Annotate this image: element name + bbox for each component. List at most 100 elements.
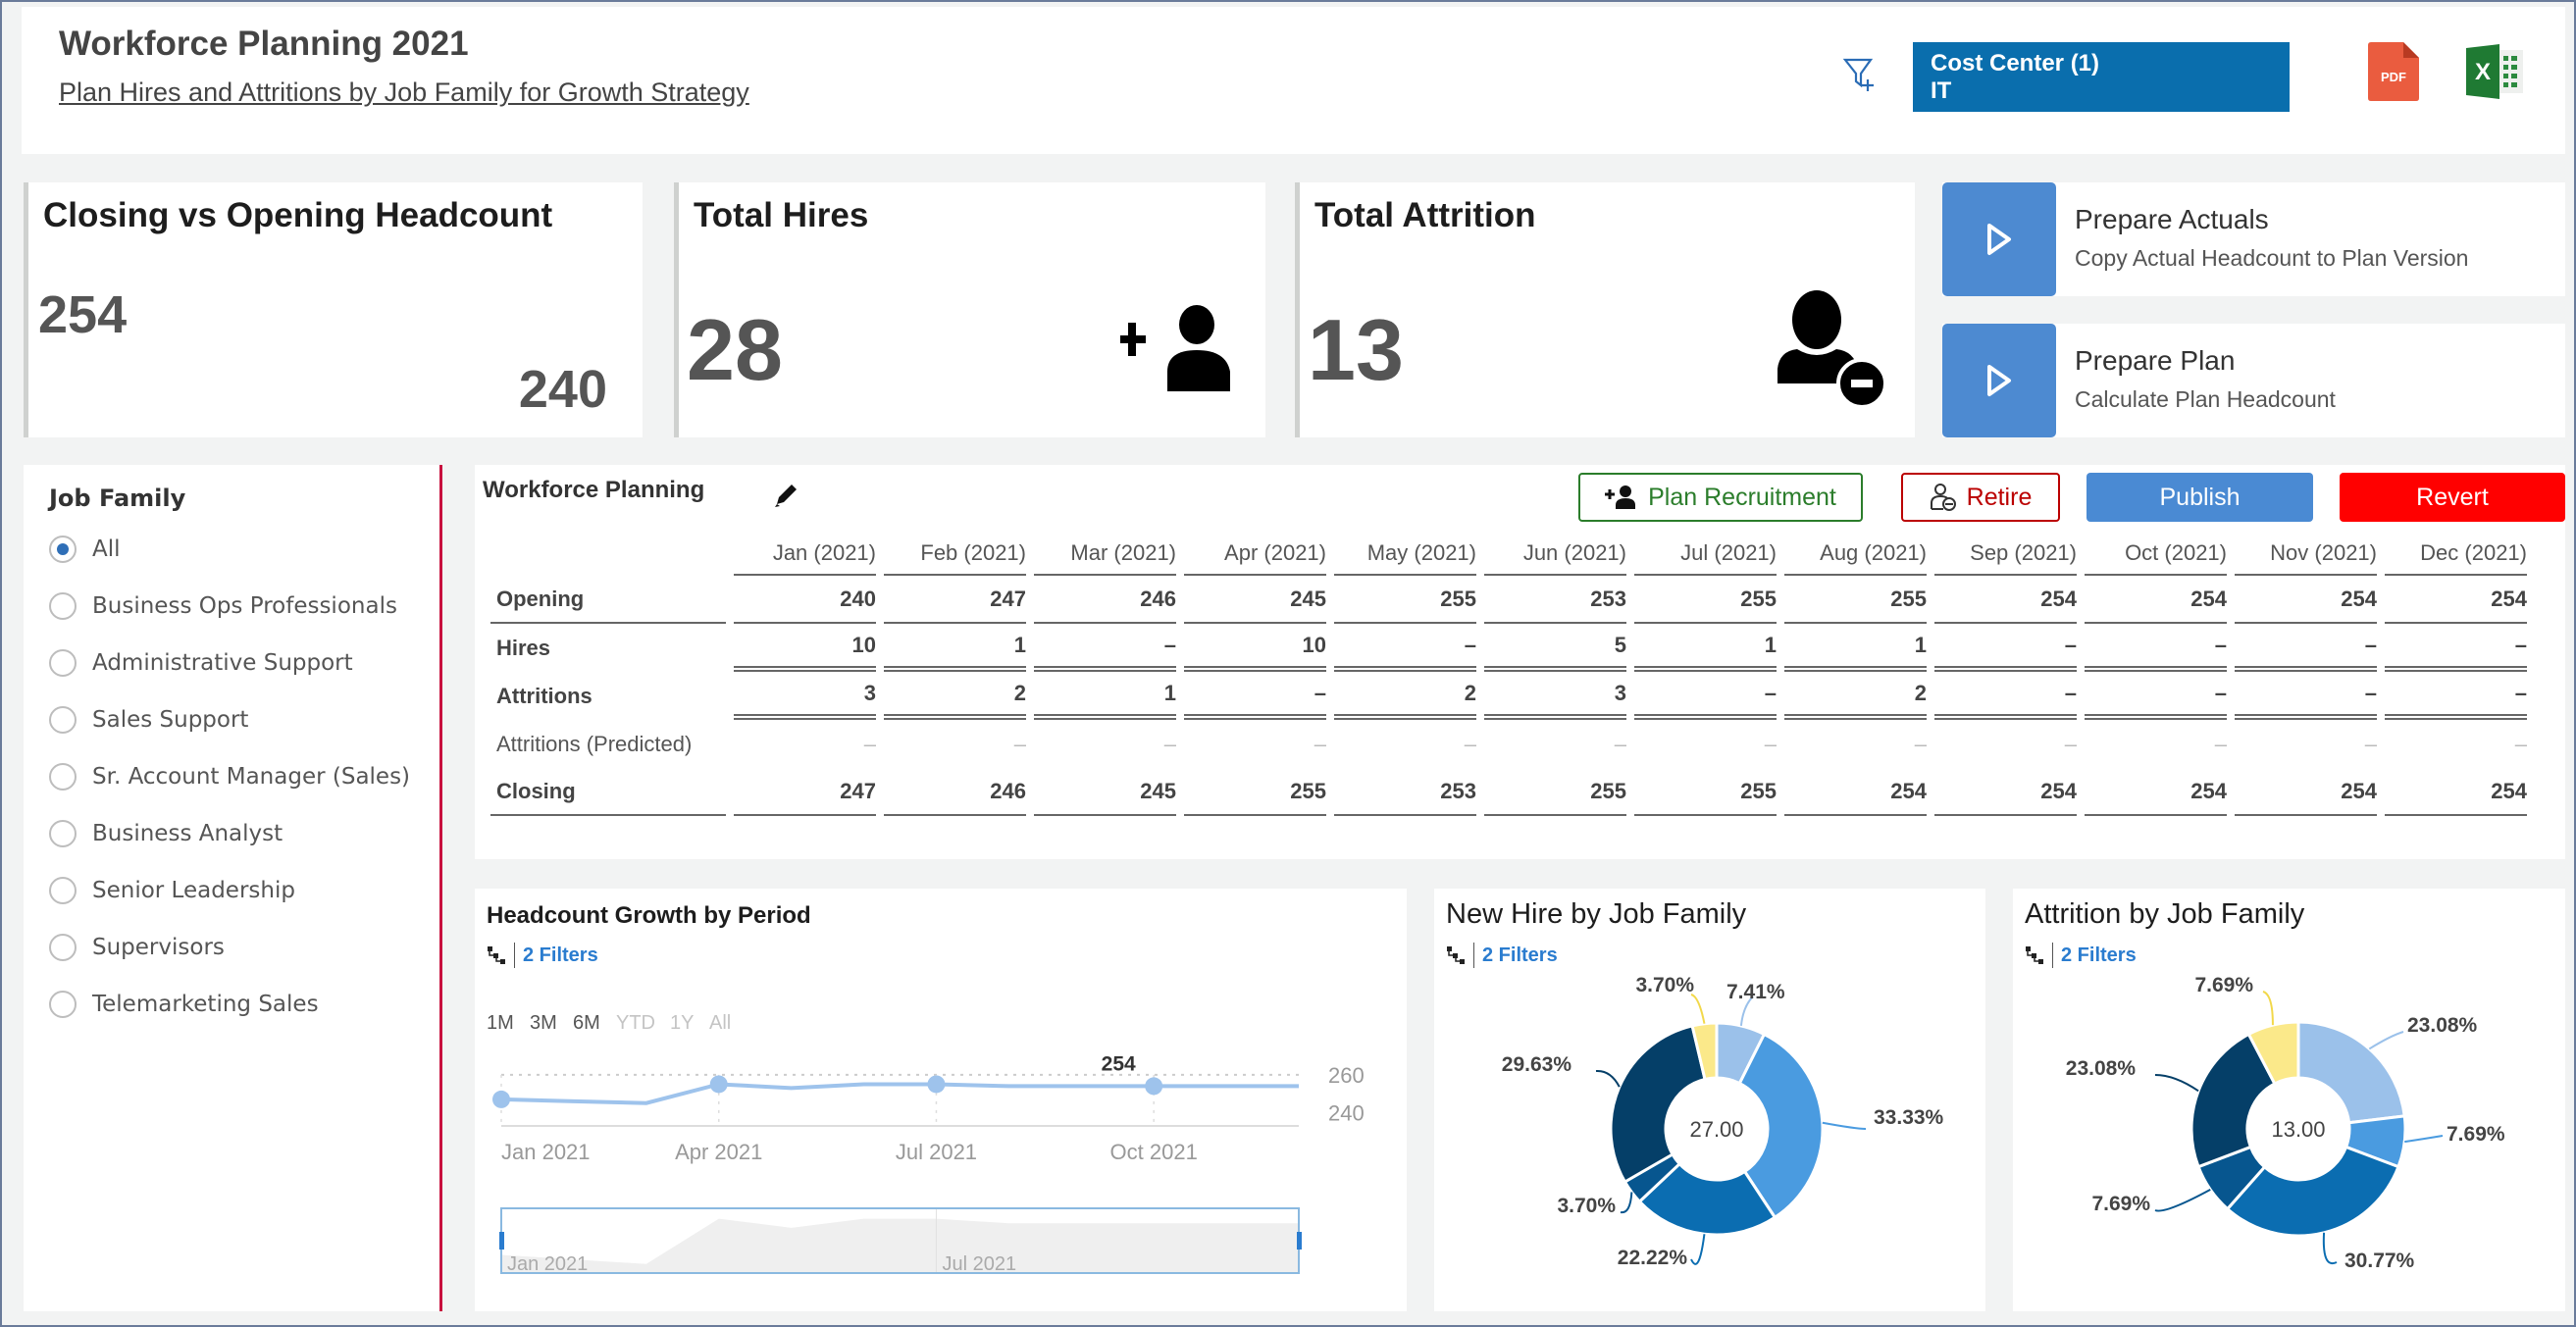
prepare-actuals-button[interactable]: Prepare Actuals Copy Actual Headcount to…	[1942, 182, 2565, 296]
table-cell: 254	[1934, 768, 2077, 816]
radio-button[interactable]	[49, 877, 77, 904]
publish-button[interactable]: Publish	[2087, 473, 2313, 522]
cost-center-value: IT	[1931, 77, 1952, 104]
table-cell: 255	[1184, 768, 1326, 816]
slice-label: 7.69%	[2091, 1193, 2150, 1215]
data-point[interactable]	[1145, 1077, 1163, 1096]
person-remove-icon	[1930, 484, 1956, 511]
table-cell[interactable]: –	[1184, 672, 1326, 720]
table-row: Closing 247 246 245 255 253 255 255 254 254 254 254…	[490, 768, 2527, 816]
table-cell: –	[2514, 731, 2527, 756]
slice-label: 23.08%	[2407, 1014, 2478, 1037]
radio-button[interactable]	[49, 592, 77, 620]
job-family-option[interactable]: Administrative Support	[49, 643, 353, 683]
donut-slice[interactable]	[1609, 1024, 1707, 1185]
cost-center-filter[interactable]: Cost Center (1) IT	[1913, 42, 2290, 112]
data-point[interactable]	[927, 1075, 946, 1094]
slice-label: 3.70%	[1635, 974, 1694, 996]
pdf-icon[interactable]: PDF	[2368, 42, 2419, 101]
column-header: Jul (2021)	[1634, 532, 1777, 576]
excel-text: X	[2475, 59, 2491, 85]
table-cell: 255	[1634, 576, 1777, 624]
table-cell: –	[1764, 731, 1777, 756]
radio-button[interactable]	[49, 763, 77, 791]
play-icon	[1942, 182, 2056, 296]
job-family-option[interactable]: Business Analyst	[49, 814, 283, 853]
leader-line	[1690, 1234, 1706, 1265]
play-icon	[1942, 324, 2056, 437]
table-cell[interactable]: 2	[1334, 672, 1476, 720]
leader-line	[2322, 1232, 2338, 1265]
job-family-option[interactable]: All	[49, 530, 121, 569]
table-cell[interactable]: 5	[1484, 624, 1626, 672]
table-cell[interactable]: –	[1034, 624, 1176, 672]
table-cell: –	[1163, 731, 1176, 756]
table-cell: 247	[734, 768, 876, 816]
person-add-icon	[1120, 305, 1243, 398]
radio-button[interactable]	[49, 991, 77, 1018]
excel-icon[interactable]: X	[2464, 42, 2523, 101]
table-cell: 245	[1184, 576, 1326, 624]
table-cell[interactable]: –	[2385, 672, 2527, 720]
page-title: Workforce Planning 2021	[59, 25, 469, 63]
table-cell[interactable]: 3	[734, 672, 876, 720]
pencil-edit-icon[interactable]	[771, 481, 800, 510]
navigator-handle-left[interactable]	[499, 1232, 504, 1250]
table-cell[interactable]: 3	[1484, 672, 1626, 720]
radio-label: Administrative Support	[92, 650, 353, 676]
line-chart-svg: 260 240 Jan 2021 Apr 2021 Jul 2021 Oct 2021 25…	[492, 1052, 1365, 1275]
person-remove-icon	[1776, 290, 1888, 413]
table-cell: 255	[1634, 768, 1777, 816]
table-cell[interactable]: –	[2385, 624, 2527, 672]
table-cell: 254	[2085, 768, 2227, 816]
slice-label: 23.08%	[2066, 1057, 2137, 1080]
table-cell[interactable]: –	[2085, 672, 2227, 720]
table-cell[interactable]: 1	[1634, 624, 1777, 672]
radio-label: Business Ops Professionals	[92, 593, 397, 619]
job-family-option[interactable]: Sales Support	[49, 700, 248, 740]
radio-button[interactable]	[49, 649, 77, 677]
table-cell[interactable]: –	[1634, 672, 1777, 720]
cost-center-label: Cost Center (1)	[1931, 50, 2100, 77]
table-cell[interactable]: 10	[1184, 624, 1326, 672]
table-cell[interactable]: –	[1934, 672, 2077, 720]
table-cell[interactable]: 10	[734, 624, 876, 672]
table-cell[interactable]: 1	[1784, 624, 1927, 672]
table-cell[interactable]: –	[1934, 624, 2077, 672]
page-subtitle-link[interactable]: Plan Hires and Attritions by Job Family …	[59, 77, 749, 108]
job-family-title: Job Family	[49, 485, 186, 512]
radio-button[interactable]	[49, 820, 77, 847]
revert-button[interactable]: Revert	[2340, 473, 2565, 522]
prepare-plan-button[interactable]: Prepare Plan Calculate Plan Headcount	[1942, 324, 2565, 437]
radio-label: Telemarketing Sales	[92, 992, 319, 1017]
job-family-option[interactable]: Sr. Account Manager (Sales)	[49, 757, 410, 796]
plan-recruitment-button[interactable]: Plan Recruitment	[1578, 473, 1863, 522]
data-point[interactable]	[709, 1075, 728, 1094]
job-family-option[interactable]: Business Ops Professionals	[49, 587, 397, 626]
leader-line	[2368, 1031, 2404, 1050]
retire-button[interactable]: Retire	[1901, 473, 2060, 522]
navigator-handle-right[interactable]	[1297, 1232, 1302, 1250]
leader-line	[1595, 1069, 1621, 1088]
table-cell[interactable]: –	[2235, 624, 2377, 672]
table-cell[interactable]: –	[1334, 624, 1476, 672]
x-tick-label: Apr 2021	[675, 1140, 762, 1164]
table-cell: –	[2064, 731, 2077, 756]
data-point[interactable]	[492, 1090, 510, 1108]
table-cell: –	[863, 731, 876, 756]
table-cell[interactable]: 1	[1034, 672, 1176, 720]
job-family-option[interactable]: Senior Leadership	[49, 871, 295, 910]
table-cell[interactable]: 2	[884, 672, 1026, 720]
job-family-option[interactable]: Supervisors	[49, 928, 225, 967]
filter-add-icon[interactable]	[1841, 54, 1880, 93]
attrition-donut-chart: Attrition by Job Family 2 Filters 23.08%…	[2013, 889, 2565, 1311]
table-cell[interactable]: 2	[1784, 672, 1927, 720]
radio-button[interactable]	[49, 934, 77, 961]
table-cell[interactable]: –	[2085, 624, 2227, 672]
job-family-option[interactable]: Telemarketing Sales	[49, 985, 319, 1024]
table-cell[interactable]: 1	[884, 624, 1026, 672]
radio-button[interactable]	[49, 536, 77, 563]
radio-button[interactable]	[49, 706, 77, 734]
navigator-tick-label: Jan 2021	[507, 1253, 588, 1275]
table-cell[interactable]: –	[2235, 672, 2377, 720]
